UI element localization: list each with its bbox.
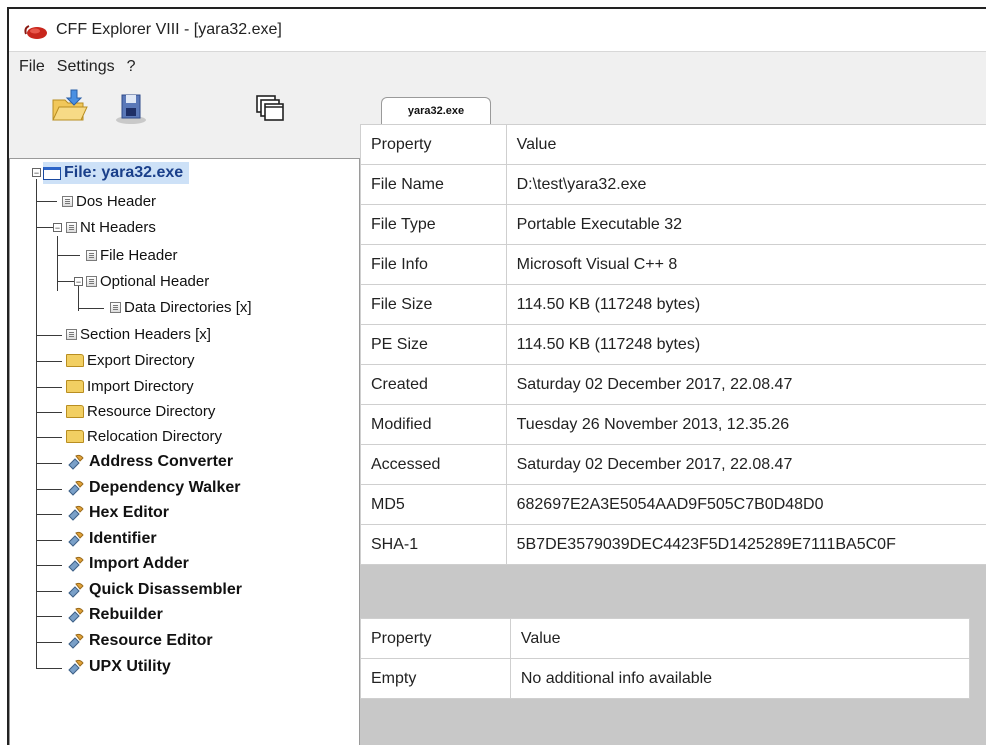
window-title: CFF Explorer VIII - [yara32.exe] — [56, 21, 282, 38]
tool-icon — [66, 606, 86, 624]
tool-icon — [66, 555, 86, 573]
title-bar: CFF Explorer VIII - [yara32.exe] — [9, 9, 986, 52]
table-header-row: Property Value — [360, 618, 971, 659]
table-row[interactable]: Accessed Saturday 02 December 2017, 22.08… — [360, 444, 986, 485]
tree-root-file[interactable]: File: yara32.exe — [43, 162, 190, 184]
doc-icon — [66, 328, 77, 340]
info-table: Property Value Empty No additional info a… — [360, 618, 971, 699]
doc-icon — [62, 195, 73, 207]
app-logo-icon — [24, 25, 47, 39]
tree-item-relocation-directory[interactable]: Relocation Directory — [66, 425, 222, 447]
tree-item-import-adder[interactable]: Import Adder — [66, 553, 189, 575]
doc-icon — [66, 221, 77, 233]
tool-icon — [66, 530, 86, 548]
windows-icon — [256, 95, 284, 121]
tool-icon — [66, 658, 86, 676]
menu-bar: File Settings ? — [9, 52, 986, 82]
column-header-property[interactable]: Property — [360, 124, 507, 165]
doc-icon — [86, 249, 97, 261]
tool-icon — [66, 632, 86, 650]
tree-line — [57, 236, 58, 291]
tree-item-file-header[interactable]: File Header — [86, 244, 178, 266]
menu-file[interactable]: File — [13, 58, 51, 76]
tree-line — [36, 179, 37, 669]
save-icon — [116, 94, 146, 124]
table-row[interactable]: File Size 114.50 KB (117248 bytes) — [360, 284, 986, 325]
tree-toggle-ntheaders[interactable]: − — [53, 223, 62, 233]
folder-icon — [66, 379, 84, 393]
tree-item-section-headers[interactable]: Section Headers [x] — [66, 323, 211, 345]
column-header-value[interactable]: Value — [505, 124, 986, 165]
tree-item-data-directories[interactable]: Data Directories [x] — [110, 296, 252, 318]
tree-item-rebuilder[interactable]: Rebuilder — [66, 604, 163, 626]
properties-table: Property Value File Name D:\test\yara32.e… — [360, 124, 986, 565]
tree-item-import-directory[interactable]: Import Directory — [66, 375, 194, 397]
column-header-property[interactable]: Property — [360, 618, 511, 659]
tree-item-identifier[interactable]: Identifier — [66, 528, 157, 550]
app-window: CFF Explorer VIII - [yara32.exe] File Se… — [7, 7, 986, 745]
tool-icon — [66, 453, 86, 471]
tab-yara32[interactable]: yara32.exe — [381, 97, 491, 126]
column-header-value[interactable]: Value — [509, 618, 971, 659]
tree-item-dependency-walker[interactable]: Dependency Walker — [66, 477, 240, 499]
tree-item-optional-header[interactable]: Optional Header — [86, 270, 209, 292]
tree-item-resource-directory[interactable]: Resource Directory — [66, 400, 215, 422]
tool-icon — [66, 504, 86, 522]
tree-toggle-root[interactable]: − — [32, 168, 41, 178]
tree-item-hex-editor[interactable]: Hex Editor — [66, 502, 169, 524]
tool-icon — [66, 581, 86, 599]
property-panel: Property Value File Name D:\test\yara32.e… — [360, 124, 986, 745]
windows-button[interactable] — [247, 86, 291, 128]
doc-icon — [86, 275, 97, 287]
tree-item-address-converter[interactable]: Address Converter — [66, 451, 233, 473]
tree-root-label: File: yara32.exe — [64, 164, 184, 181]
table-row[interactable]: Modified Tuesday 26 November 2013, 12.35.… — [360, 404, 986, 445]
open-file-button[interactable] — [47, 86, 91, 128]
tree-item-dos-header[interactable]: Dos Header — [62, 190, 156, 212]
tree-item-quick-disassembler[interactable]: Quick Disassembler — [66, 579, 242, 601]
tree-toggle-optional-header[interactable]: − — [74, 277, 83, 287]
tool-icon — [66, 479, 86, 497]
table-row[interactable]: File Type Portable Executable 32 — [360, 204, 986, 245]
table-row[interactable]: MD5 682697E2A3E5054AAD9F505C7B0D48D0 — [360, 484, 986, 525]
tree-item-nt-headers[interactable]: Nt Headers — [66, 216, 156, 238]
table-header-row: Property Value — [360, 124, 986, 165]
folder-icon — [66, 429, 84, 443]
menu-help[interactable]: ? — [121, 58, 142, 76]
doc-icon — [110, 301, 121, 313]
tree-pane[interactable]: − File: yara32.exe Dos Header − Nt Heade… — [9, 158, 360, 745]
save-file-button[interactable] — [109, 86, 153, 128]
table-row[interactable]: File Info Microsoft Visual C++ 8 — [360, 244, 986, 285]
table-row[interactable]: SHA-1 5B7DE3579039DEC4423F5D1425289E7111B… — [360, 524, 986, 565]
table-row[interactable]: Created Saturday 02 December 2017, 22.08.… — [360, 364, 986, 405]
window-icon — [43, 166, 61, 180]
table-row[interactable]: PE Size 114.50 KB (117248 bytes) — [360, 324, 986, 365]
tree-item-resource-editor[interactable]: Resource Editor — [66, 630, 213, 652]
menu-settings[interactable]: Settings — [51, 58, 121, 76]
tree-item-export-directory[interactable]: Export Directory — [66, 349, 195, 371]
folder-icon — [66, 404, 84, 418]
table-row[interactable]: Empty No additional info available — [360, 658, 971, 699]
folder-icon — [66, 353, 84, 367]
open-icon — [52, 89, 88, 121]
tree-item-upx-utility[interactable]: UPX Utility — [66, 656, 171, 678]
table-row[interactable]: File Name D:\test\yara32.exe — [360, 164, 986, 205]
